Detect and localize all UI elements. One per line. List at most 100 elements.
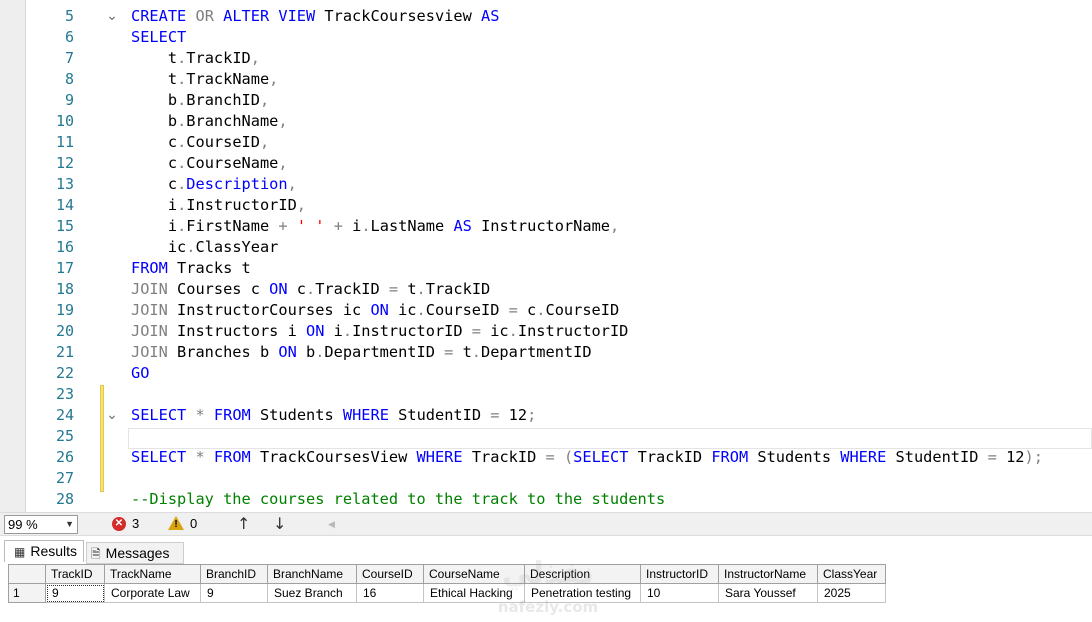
code-line[interactable]: 13 c.Description, [0,174,1092,195]
code-text: b.BranchID, [131,90,269,111]
code-line[interactable]: 20 JOIN Instructors i ON i.InstructorID =… [0,321,1092,342]
results-grid[interactable]: TrackID TrackName BranchID BranchName Co… [8,564,886,603]
code-text: --Display the courses related to the tra… [131,489,665,510]
code-token: c [131,175,178,193]
code-line[interactable]: 5 ⌄ CREATE OR ALTER VIEW TrackCoursesview … [0,6,1092,27]
code-text: t.TrackName, [131,69,279,90]
code-token: CourseName [186,154,279,172]
code-editor[interactable]: 4 THIS VIEW SHOWS ALL COURSES ALONG WITH… [0,0,1092,512]
code-token: ON [370,301,389,319]
zoom-dropdown[interactable]: 99 % ▼ [4,515,78,534]
code-token: FROM [131,259,168,277]
messages-icon: 🗎 [91,547,101,561]
scroll-left-icon[interactable]: ◀ [328,513,335,535]
zoom-value: 99 % [8,517,38,532]
column-header[interactable]: CourseID [356,564,424,584]
code-line[interactable]: 11 c.CourseID, [0,132,1092,153]
code-token: , [269,70,279,88]
code-line[interactable]: 27 [0,468,1092,489]
code-token: . [177,112,187,130]
column-header[interactable]: InstructorID [640,564,719,584]
error-icon[interactable]: ✕ [112,517,126,531]
code-text: CREATE OR ALTER VIEW TrackCoursesview AS [131,6,499,27]
previous-issue-arrow-icon[interactable]: ↑ [237,513,250,535]
grid-cell[interactable]: 16 [356,583,424,603]
next-issue-arrow-icon[interactable]: ↓ [273,513,286,535]
tab-messages[interactable]: 🗎 Messages [86,542,184,564]
code-token: TrackID [186,49,251,67]
code-line[interactable]: 10 b.BranchName, [0,111,1092,132]
column-header[interactable]: ClassYear [817,564,886,584]
code-token: WHERE [840,448,887,466]
line-number: 20 [55,322,74,340]
code-token: WHERE [342,406,389,424]
code-text: SELECT * FROM TrackCoursesView WHERE Tra… [131,447,1043,468]
code-line[interactable]: 26 SELECT * FROM TrackCoursesView WHERE T… [0,447,1092,468]
row-number[interactable]: 1 [8,583,46,603]
grid-cell[interactable]: Suez Branch [267,583,357,603]
code-token: DepartmentID [481,343,592,361]
line-number: 13 [55,175,74,193]
code-token: ic [131,238,187,256]
code-line[interactable]: 22 GO [0,363,1092,384]
code-token: * [195,406,205,424]
code-line[interactable]: 23 [0,384,1092,405]
column-header[interactable]: BranchID [200,564,268,584]
grid-cell[interactable]: Ethical Hacking [423,583,525,603]
tab-results[interactable]: ▦ Results [4,540,84,562]
grid-corner-cell[interactable] [8,564,46,584]
code-token: . [177,49,187,67]
warning-count[interactable]: 0 [190,513,197,535]
code-token: TrackID [628,448,712,466]
code-line[interactable]: 12 c.CourseName, [0,153,1092,174]
grid-cell[interactable]: 9 [200,583,268,603]
code-text: ic.ClassYear [131,237,279,258]
code-line[interactable]: 21 JOIN Branches b ON b.DepartmentID = t.… [0,342,1092,363]
code-token: LastName [370,217,454,235]
code-token: GO [131,364,150,382]
code-token: Branches b [167,343,279,361]
code-line[interactable]: 8 t.TrackName, [0,69,1092,90]
grid-cell[interactable]: 10 [640,583,719,603]
code-token: t [398,280,417,298]
column-header[interactable]: CourseName [423,564,525,584]
line-number: 25 [55,427,74,445]
grid-cell[interactable]: Sara Youssef [718,583,818,603]
code-text: c.Description, [131,174,297,195]
code-token: SELECT [131,406,187,424]
column-header[interactable]: BranchName [267,564,357,584]
fold-chevron-icon[interactable]: ⌄ [104,405,120,426]
grid-cell[interactable]: Penetration testing [524,583,641,603]
code-token: . [361,217,371,235]
code-line[interactable]: 15 i.FirstName + ' ' + i.LastName AS Ins… [0,216,1092,237]
error-count[interactable]: 3 [132,513,139,535]
code-line[interactable]: 25 [0,426,1092,447]
results-tab-bar: ▦ Results 🗎 Messages [0,538,1092,564]
code-line[interactable]: 9 b.BranchID, [0,90,1092,111]
column-header[interactable]: TrackID [45,564,105,584]
code-line[interactable]: 18 JOIN Courses c ON c.TrackID = t.TrackI… [0,279,1092,300]
column-header[interactable]: InstructorName [718,564,818,584]
editor-status-strip: 99 % ▼ ✕ 3 ! 0 ↑ ↓ ◀ [0,512,1092,536]
column-header[interactable]: Description [524,564,641,584]
table-row[interactable]: 1 9 Corporate Law 9 Suez Branch 16 Ethic… [8,583,886,603]
code-token: InstructorID [352,322,472,340]
column-header[interactable]: TrackName [104,564,201,584]
fold-chevron-icon[interactable]: ⌄ [104,6,120,27]
code-token: AS [453,217,472,235]
code-line[interactable]: 6 SELECT [0,27,1092,48]
code-line[interactable]: 14 i.InstructorID, [0,195,1092,216]
code-line[interactable]: 24 ⌄ SELECT * FROM Students WHERE StudentI… [0,405,1092,426]
grid-cell[interactable]: 2025 [817,583,886,603]
code-token: t [453,343,472,361]
code-token: StudentID [886,448,988,466]
grid-cell[interactable]: Corporate Law [104,583,201,603]
code-line[interactable]: 17 FROM Tracks t [0,258,1092,279]
code-line[interactable]: 16 ic.ClassYear [0,237,1092,258]
code-line[interactable]: 28 --Display the courses related to the t… [0,489,1092,510]
code-line[interactable]: 7 t.TrackID, [0,48,1092,69]
code-line[interactable]: 19 JOIN InstructorCourses ic ON ic.Course… [0,300,1092,321]
grid-cell[interactable]: 9 [45,583,105,603]
code-token: c [287,280,306,298]
